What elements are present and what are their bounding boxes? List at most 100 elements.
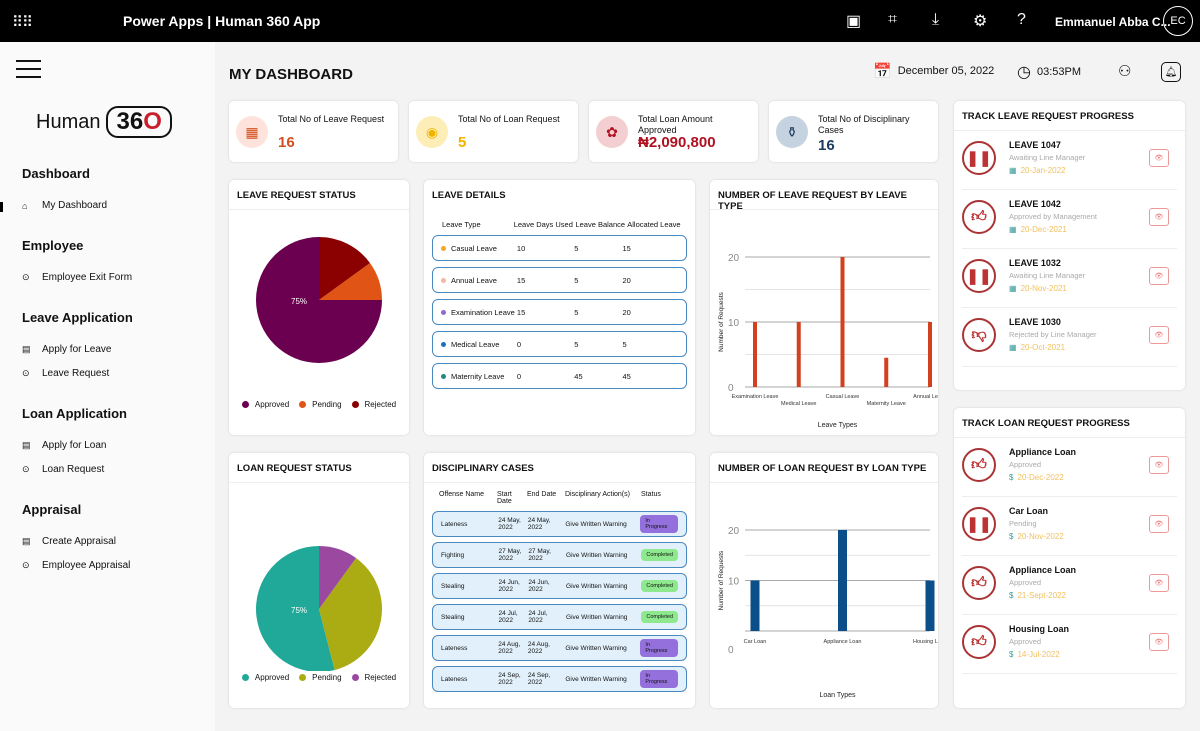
card-title: TRACK LOAN REQUEST PROGRESS (954, 408, 1185, 438)
calendar-icon: ▦ (1009, 225, 1017, 234)
view-button[interactable]: 👁︎ (1149, 267, 1169, 285)
column-header: Leave Days Used (513, 220, 573, 229)
table-row[interactable]: Annual Leave 15 5 20 (432, 267, 687, 293)
bar (750, 580, 760, 631)
time-display: ◷ 03:53PM (1017, 62, 1081, 82)
view-button[interactable]: 👁︎ (1149, 633, 1169, 651)
track-date-row: ▦ 20-Nov-2021 (1009, 284, 1067, 293)
legend: Approved Pending Rejected (229, 673, 409, 682)
case-offense: Fighting (441, 551, 465, 559)
track-status: Approved (1009, 637, 1042, 646)
hamburger-menu-icon[interactable] (16, 60, 41, 84)
sidebar-item-label: Employee Exit Form (42, 272, 133, 283)
view-button[interactable]: 👁︎ (1149, 515, 1169, 533)
leave-balance: 45 (574, 371, 583, 381)
sidebar-item-employee-appraisal[interactable]: ⊙ Employee Appraisal (22, 560, 130, 571)
track-status: Awaiting Line Manager (1009, 271, 1086, 280)
kpi-card: ◉ Total No of Loan Request 5 (409, 101, 578, 162)
column-header: Disciplinary Action(s) (565, 491, 630, 498)
case-action: Give Written Warning (566, 613, 628, 621)
sidebar-item-create-appraisal[interactable]: ▤ Create Appraisal (22, 536, 116, 547)
logo-badge-accent: O (143, 108, 162, 135)
legend-item: Rejected (351, 673, 396, 682)
leave-allocated: 45 (622, 371, 631, 381)
track-status: Pending (1009, 519, 1037, 528)
sidebar-item-apply-for-leave[interactable]: ▤ Apply for Leave (22, 344, 112, 355)
card-title: LEAVE REQUEST STATUS (229, 180, 409, 210)
view-button[interactable]: 👁︎ (1149, 574, 1169, 592)
case-start: 24 Jul, 2022 (498, 610, 518, 624)
table-row[interactable]: Medical Leave 0 5 5 (432, 331, 687, 357)
case-start: 24 Sep, 2022 (498, 672, 521, 686)
thumbs-up-icon: 👍︎ (962, 625, 996, 659)
track-date-row: ▦ 20-Dec-2021 (1009, 225, 1067, 234)
y-tick-label: 0 (728, 383, 734, 394)
card-title: TRACK LEAVE REQUEST PROGRESS (954, 101, 1185, 131)
legend-item: Rejected (351, 400, 396, 409)
track-name: LEAVE 1042 (1009, 199, 1061, 209)
download-icon[interactable]: ⤓ (932, 11, 939, 29)
table-row[interactable]: Fighting 27 May, 2022 27 May, 2022 Give Wri… (432, 542, 687, 568)
table-row[interactable]: Lateness 24 Sep, 2022 24 Sep, 2022 Give Wri… (432, 666, 687, 692)
legend-swatch (351, 401, 359, 408)
avatar[interactable]: EC (1163, 6, 1193, 36)
case-end: 24 Jun, 2022 (528, 579, 550, 593)
leave-type-cell: Casual Leave (441, 244, 517, 253)
notification-bell-icon[interactable]: 🔔︎ (1161, 62, 1181, 82)
table-row[interactable]: Lateness 24 Aug, 2022 24 Aug, 2022 Give Wri… (432, 635, 687, 661)
pause-icon: ❚❚ (962, 507, 996, 541)
logo-text: Human (36, 110, 101, 133)
table-row[interactable]: Maternity Leave 0 45 45 (432, 363, 687, 389)
leave-used: 0 (516, 371, 522, 381)
money-icon: ✿ (596, 116, 628, 148)
help-icon[interactable]: ? (1017, 11, 1026, 29)
table-row[interactable]: Stealing 24 Jun, 2022 24 Jun, 2022 Give Wri… (432, 573, 687, 599)
sidebar-item-apply-for-loan[interactable]: ▤ Apply for Loan (22, 440, 107, 451)
sidebar-item-leave-request[interactable]: ⊙ Leave Request (22, 368, 109, 379)
table-row[interactable]: Stealing 24 Jul, 2022 24 Jul, 2022 Give Wri… (432, 604, 687, 630)
case-action: Give Written Warning (565, 644, 627, 652)
date-display: 📅 December 05, 2022 (873, 62, 994, 80)
sidebar-item-loan-request[interactable]: ⊙ Loan Request (22, 464, 104, 475)
table-row[interactable]: Examination Leave 15 5 20 (432, 299, 687, 325)
date-text: December 05, 2022 (897, 65, 995, 77)
view-button[interactable]: 👁︎ (1149, 208, 1169, 226)
leave-details-card: LEAVE DETAILS Leave Type Leave Days Used L… (424, 180, 695, 435)
track-status: Awaiting Line Manager (1009, 153, 1086, 162)
leave-balance: 5 (574, 243, 579, 253)
case-action: Give Written Warning (566, 551, 628, 559)
view-button[interactable]: 👁︎ (1149, 456, 1169, 474)
table-header: Leave Type Leave Days Used Leave Balance Al… (424, 210, 695, 235)
view-button[interactable]: 👁︎ (1149, 149, 1169, 167)
sidebar-item-my-dashboard[interactable]: ⌂ My Dashboard (22, 200, 107, 211)
legend-label: Approved (254, 400, 290, 409)
case-offense: Lateness (441, 520, 468, 528)
people-icon[interactable]: ⚇ (1118, 62, 1131, 80)
table-row[interactable]: Lateness 24 May, 2022 24 May, 2022 Give Wri… (432, 511, 687, 537)
leave-type: Casual Leave (451, 243, 497, 253)
y-tick-label: 10 (728, 318, 740, 329)
thumbs-down-icon: 👎︎ (962, 318, 996, 352)
user-name[interactable]: Emmanuel Abba C... (1055, 15, 1171, 29)
loan-icon: ◉ (416, 116, 448, 148)
table-row[interactable]: Casual Leave 10 5 15 (432, 235, 687, 261)
legend-item: Pending (299, 673, 342, 682)
loan-status-pie: 75% (256, 546, 382, 671)
leave-type-cell: Annual Leave (441, 276, 517, 285)
logo-badge: 36 (116, 108, 144, 135)
settings-icon[interactable]: ⚙ (973, 11, 987, 31)
column-header: Offense Name (439, 491, 485, 498)
dollar-icon: $ (1009, 532, 1014, 541)
teams-icon[interactable]: ▣ (846, 11, 861, 31)
leave-type-cell: Examination Leave (441, 308, 517, 317)
calendar-icon: ▦ (1009, 284, 1017, 293)
leave-type-cell: Medical Leave (441, 340, 517, 349)
waffle-icon[interactable]: ⠿⠿ (12, 13, 33, 31)
case-offense: Lateness (441, 675, 468, 683)
view-button[interactable]: 👁︎ (1149, 326, 1169, 344)
dollar-icon: $ (1009, 473, 1014, 482)
sidebar-item-employee-exit-form[interactable]: ⊙ Employee Exit Form (22, 272, 132, 283)
pause-icon: ❚❚ (962, 141, 996, 175)
fit-screen-icon[interactable]: ⌗ (888, 11, 897, 29)
leave-used: 15 (516, 275, 526, 285)
